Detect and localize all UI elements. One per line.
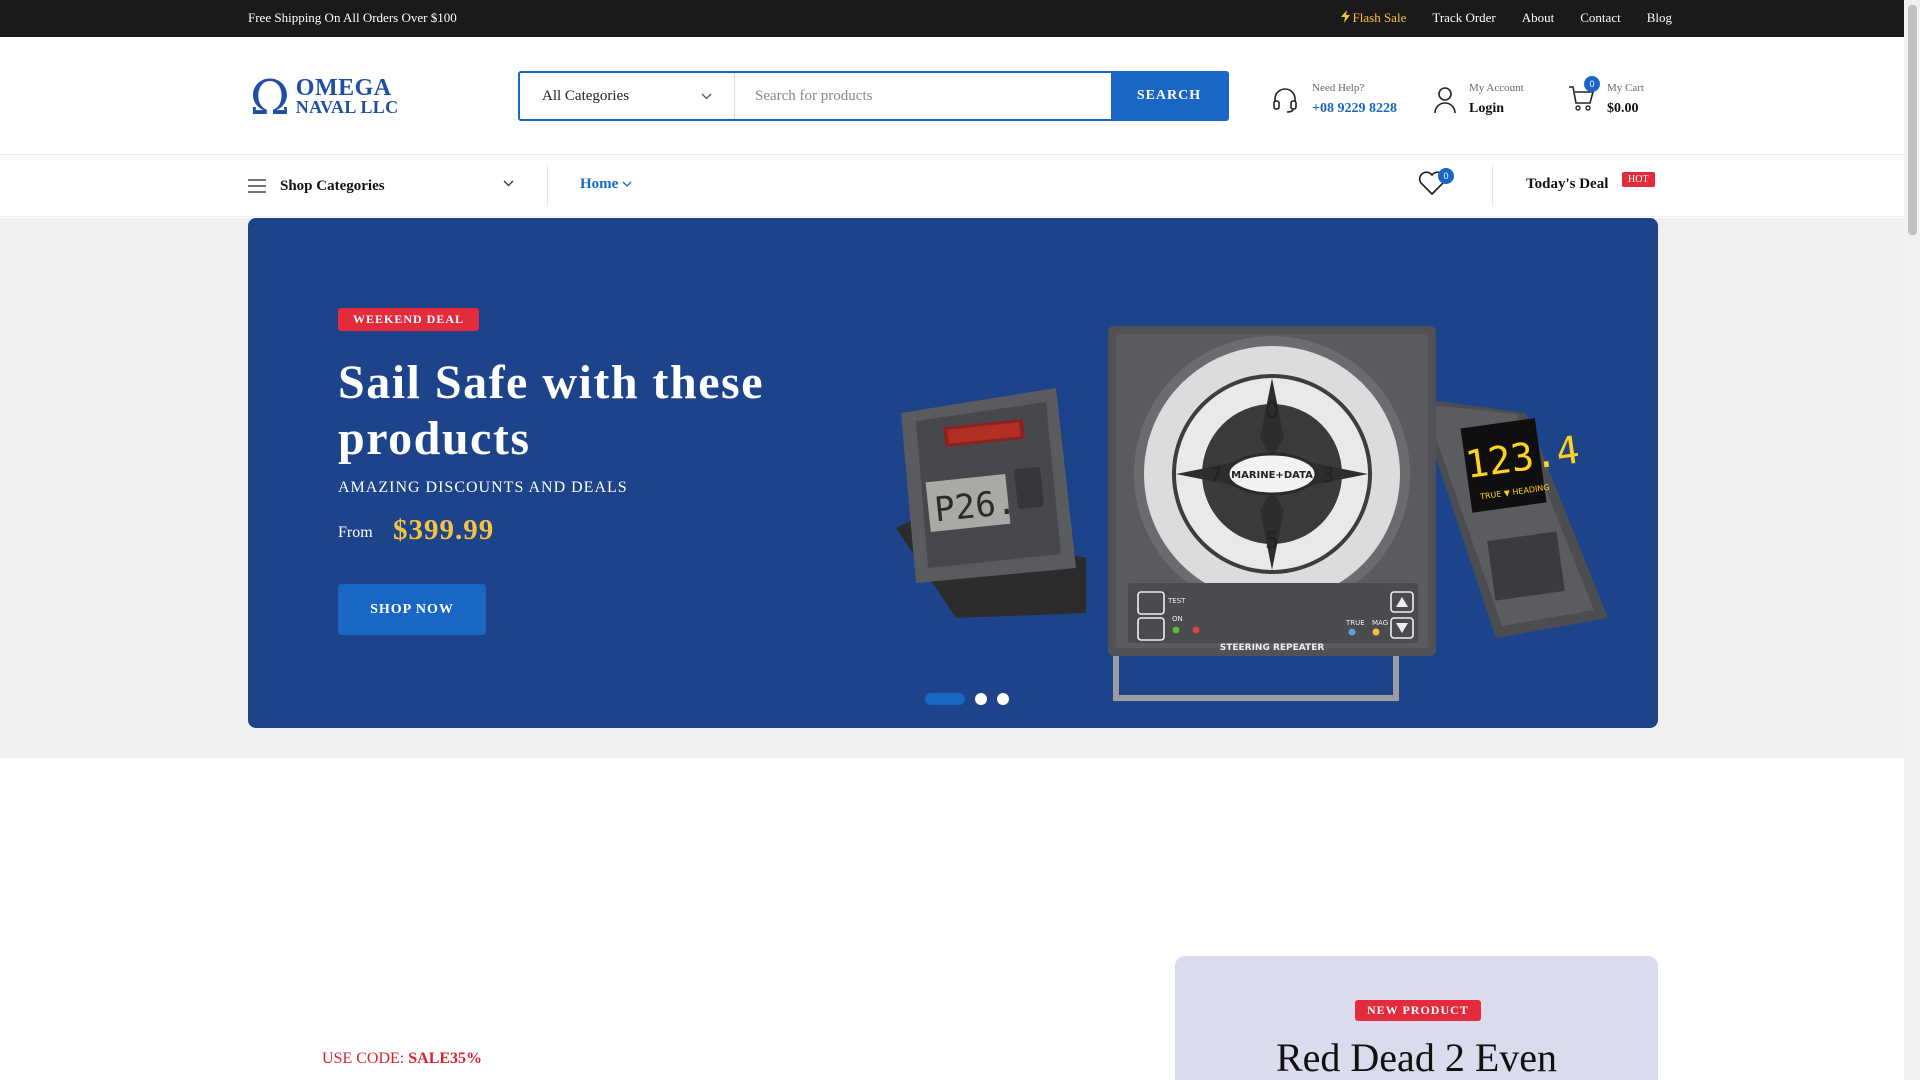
top-link-track-order[interactable]: Track Order: [1432, 10, 1495, 26]
hero-slider: WEEKEND DEAL Sail Safe with these produc…: [248, 218, 1658, 728]
headset-icon: [1273, 88, 1297, 113]
left-display-readout: P26.: [933, 482, 1019, 530]
flash-sale-label: Flash Sale: [1352, 10, 1407, 25]
todays-deal-link[interactable]: Today's Deal: [1526, 176, 1608, 193]
compass-test-label: TEST: [1167, 597, 1186, 605]
new-product-tag: NEW PRODUCT: [1355, 1000, 1481, 1021]
hero-price: $399.99: [393, 514, 495, 546]
shop-categories-toggle[interactable]: Shop Categories: [248, 155, 548, 217]
header: Ω OMEGA NAVAL LLC All Categories SEARCH …: [0, 37, 1920, 155]
top-link-about[interactable]: About: [1522, 10, 1555, 26]
nav-divider: [1492, 165, 1493, 205]
logo-line-1: OMEGA: [295, 75, 392, 101]
account-link[interactable]: My Account Login: [1434, 81, 1524, 119]
svg-text:7: 7: [1210, 463, 1223, 487]
new-product-card[interactable]: NEW PRODUCT Red Dead 2 Even: [1175, 956, 1658, 1080]
help-phone[interactable]: +08 9229 8228: [1312, 99, 1397, 119]
help-label: Need Help?: [1312, 82, 1365, 94]
promo-code-value: SALE35%: [408, 1050, 483, 1067]
cart-label: My Cart: [1607, 82, 1644, 94]
scrollbar-thumb[interactable]: [1908, 5, 1917, 235]
main-nav: Shop Categories Home Today's Deal HOT: [0, 155, 1920, 217]
hero-title: Sail Safe with these products: [338, 356, 764, 465]
cart-count-badge: 0: [1584, 75, 1600, 92]
promo-code: USE CODE: SALE35%: [322, 1050, 482, 1068]
slider-dot-3[interactable]: [997, 693, 1009, 705]
category-select-value: All Categories: [542, 87, 630, 104]
logo-line-2: NAVAL LLC: [295, 97, 399, 117]
weekend-deal-tag: WEEKEND DEAL: [338, 308, 480, 331]
compass-brand-label: MARINE+DATA: [1231, 470, 1313, 481]
user-icon: [1434, 87, 1456, 114]
menu-icon: [248, 179, 266, 193]
nav-divider: [547, 165, 548, 205]
compass-true-label: TRUE: [1345, 619, 1365, 627]
shop-now-button[interactable]: SHOP NOW: [338, 584, 486, 635]
search-button[interactable]: SEARCH: [1111, 73, 1227, 119]
svg-text:0: 0: [1265, 399, 1279, 424]
steering-repeater-product-image: P26. 123.4 TRUE ▼ HEADING MARINE+DATA 0 …: [896, 326, 1608, 701]
top-link-flash-sale[interactable]: Flash Sale: [1340, 10, 1407, 26]
slider-dot-1[interactable]: [925, 693, 965, 705]
lightning-icon: [1340, 10, 1350, 23]
hero-from-label: From: [338, 524, 373, 541]
chevron-down-icon: [701, 93, 712, 99]
slider-pagination: [925, 693, 1009, 705]
compass-unit: MARINE+DATA 0 5 7 3 TEST ON STEERING REP…: [1108, 326, 1436, 656]
chevron-down-icon: [503, 180, 514, 187]
chevron-down-icon: [622, 181, 632, 187]
promo-code-label: USE CODE:: [322, 1050, 405, 1067]
top-bar: Free Shipping On All Orders Over $100 Fl…: [0, 0, 1920, 37]
category-select[interactable]: All Categories: [520, 73, 735, 119]
hero-subtitle: AMAZING DISCOUNTS AND DEALS: [338, 479, 628, 496]
right-display-unit: 123.4 TRUE ▼ HEADING: [1416, 398, 1608, 638]
wishlist-count-badge: 0: [1438, 168, 1454, 184]
compass-steering-repeater-label: STEERING REPEATER: [1220, 643, 1325, 653]
top-link-blog[interactable]: Blog: [1647, 10, 1672, 26]
omega-logo-icon: Ω: [250, 70, 290, 126]
site-logo[interactable]: Ω OMEGA NAVAL LLC: [250, 70, 399, 126]
nav-home-label: Home: [580, 176, 619, 192]
compass-on-label: ON: [1172, 615, 1183, 623]
nav-home[interactable]: Home: [580, 176, 632, 193]
svg-text:5: 5: [1265, 529, 1279, 554]
hot-badge: HOT: [1622, 172, 1655, 187]
login-link[interactable]: Login: [1469, 99, 1524, 119]
search-box: All Categories SEARCH: [518, 71, 1229, 121]
page-scrollbar[interactable]: [1904, 0, 1920, 1080]
compass-mag-label: MAG: [1372, 619, 1388, 627]
slider-dot-2[interactable]: [975, 693, 987, 705]
shop-categories-label: Shop Categories: [280, 177, 385, 194]
help-contact[interactable]: Need Help? +08 9229 8228: [1271, 81, 1397, 119]
top-link-contact[interactable]: Contact: [1580, 10, 1620, 26]
free-shipping-notice: Free Shipping On All Orders Over $100: [248, 10, 457, 25]
top-links: Flash Sale Track Order About Contact Blo…: [1340, 10, 1672, 26]
cart-link[interactable]: 0 My Cart $0.00: [1568, 75, 1644, 119]
svg-text:3: 3: [1322, 463, 1335, 487]
left-display-unit: P26.: [896, 388, 1086, 618]
search-input[interactable]: [735, 73, 1111, 119]
new-product-title: Red Dead 2 Even: [1275, 1035, 1557, 1080]
cart-total: $0.00: [1607, 101, 1639, 116]
account-label: My Account: [1469, 82, 1524, 94]
wishlist-button[interactable]: 0: [1418, 168, 1454, 201]
